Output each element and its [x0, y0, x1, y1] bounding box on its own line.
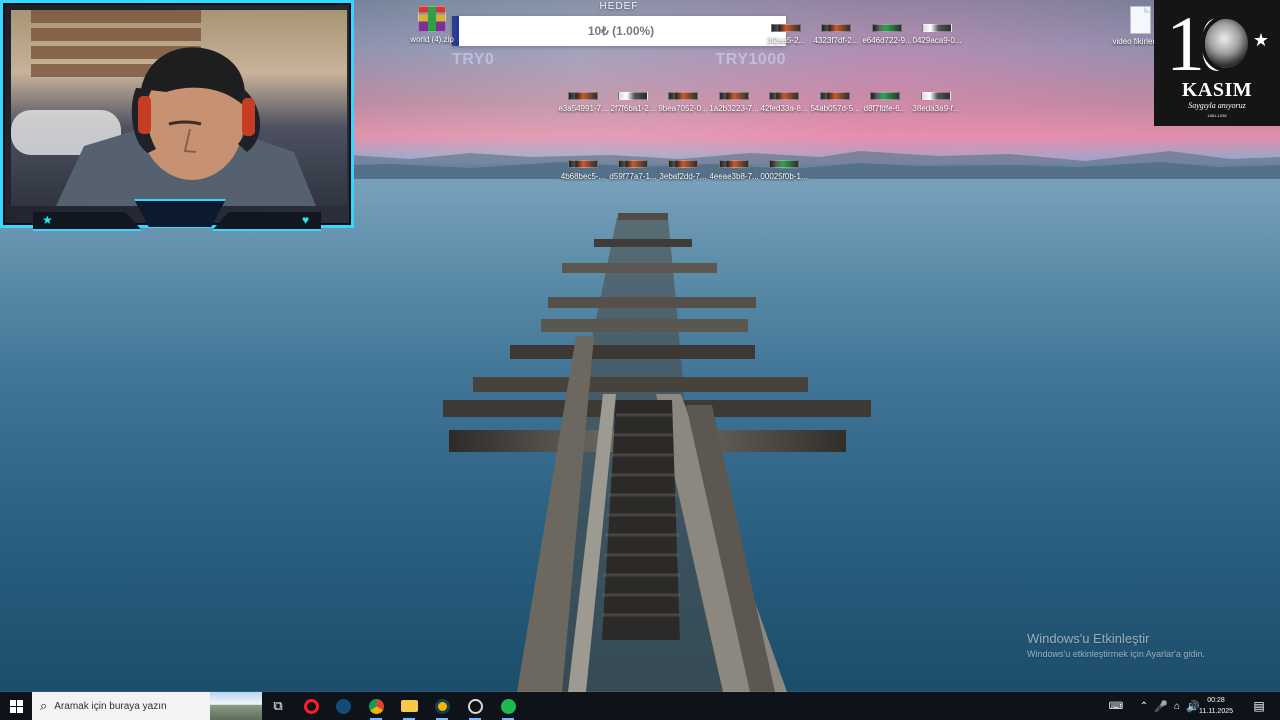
image-file-icon — [719, 160, 749, 168]
goal-max-label: TRY1000 — [715, 51, 786, 68]
network-icon: ⌂ — [1173, 700, 1181, 712]
zip-file-icon — [418, 6, 446, 32]
opera-taskbar-button[interactable] — [297, 692, 325, 720]
windows-activation-watermark: Windows'u Etkinleştir Windows'u etkinleş… — [1027, 631, 1205, 659]
activation-message: Windows'u etkinleştirmek için Ayarlar'a … — [1027, 649, 1205, 659]
windows-logo-icon — [9, 699, 23, 713]
desktop-icon-label: world (4).zip — [410, 35, 454, 44]
star-icon: ★ — [1252, 30, 1269, 50]
keyboard-icon: ⌨ — [1108, 700, 1124, 712]
image-file-icon — [769, 92, 799, 100]
image-file-icon — [568, 92, 598, 100]
spotify-taskbar-button[interactable] — [494, 692, 522, 720]
commemoration-years: 1881-1938 — [1207, 113, 1227, 118]
notification-button[interactable]: ▤ — [1249, 692, 1269, 720]
image-file-icon — [771, 24, 801, 32]
star-icon: ★ — [42, 213, 53, 227]
webcam-video — [11, 10, 347, 206]
clock-date: 11.11.2025 — [1199, 708, 1233, 715]
image-file-icon — [618, 160, 648, 168]
spotify-icon — [500, 698, 516, 714]
taskbar-search-input[interactable]: ⌕ Aramak için buraya yazın — [32, 692, 262, 720]
image-file-icon — [872, 24, 902, 32]
donation-goal-widget: HEDEF 10₺ (1.00%) TRY0 TRY1000 — [452, 0, 786, 70]
desktop-icon-label: 00025f0b-1... — [760, 172, 808, 181]
desktop-icon-image[interactable]: 0429aca9-0... — [906, 24, 968, 46]
search-icon: ⌕ — [40, 698, 48, 713]
image-file-icon — [820, 92, 850, 100]
start-button[interactable] — [0, 692, 32, 720]
search-highlight-image — [210, 692, 262, 720]
desktop: ★ ♥ HEDEF 10₺ (1.00%) TRY0 TRY1000 world… — [0, 0, 1280, 720]
text-file-icon — [1129, 6, 1151, 34]
image-file-icon — [568, 160, 598, 168]
image-file-icon — [668, 160, 698, 168]
desktop-icon-image[interactable]: 00025f0b-1... — [753, 160, 815, 182]
network-button[interactable]: ⌂ — [1170, 692, 1184, 720]
person-in-webcam — [56, 47, 316, 206]
goal-value: 10₺ (1.00%) — [587, 24, 655, 38]
chevron-up-icon: ⌃ — [1139, 700, 1149, 712]
steam-taskbar-button[interactable] — [329, 692, 357, 720]
desktop-icon-world-zip[interactable]: world (4).zip — [401, 6, 463, 45]
taskbar: ⌕ Aramak için buraya yazın ⧉ ⌨ ⌃ 🎤 ⌂ 🔊 0… — [0, 692, 1280, 720]
commemoration-subtitle: Saygıyla anıyoruz — [1188, 101, 1246, 110]
steam-icon — [335, 698, 351, 714]
goal-progress-bar: 10₺ (1.00%) — [452, 16, 786, 46]
file-explorer-icon — [400, 700, 418, 712]
chrome-taskbar-button[interactable] — [362, 692, 390, 720]
recording-app-icon — [467, 698, 483, 714]
commemoration-overlay: 10 ★ KASIM Saygıyla anıyoruz 1881-1938 — [1154, 0, 1280, 126]
clock[interactable]: 00:28 11.11.2025 — [1197, 695, 1235, 717]
task-view-icon: ⧉ — [273, 698, 283, 713]
notification-icon: ▤ — [1253, 699, 1265, 713]
game-launcher-icon — [434, 698, 450, 714]
opera-icon — [303, 698, 319, 714]
show-hidden-icons-button[interactable]: ⌃ — [1138, 692, 1150, 720]
image-file-icon — [870, 92, 900, 100]
chrome-icon — [368, 698, 384, 714]
heart-icon: ♥ — [302, 213, 310, 227]
game-launcher-taskbar-button[interactable] — [428, 692, 456, 720]
desktop-icon-image[interactable]: 38eda3a9-f... — [905, 92, 967, 114]
clock-time: 00:28 — [1207, 697, 1225, 704]
image-file-icon — [769, 160, 799, 168]
image-file-icon — [821, 24, 851, 32]
desktop-icon-label: 38eda3a9-f... — [912, 104, 960, 113]
commemoration-title: KASIM — [1181, 79, 1253, 101]
goal-title: HEDEF — [599, 1, 639, 12]
activation-title: Windows'u Etkinleştir — [1027, 631, 1150, 646]
goal-min-label: TRY0 — [452, 51, 495, 68]
desktop-icon-label: 0429aca9-0... — [912, 36, 962, 45]
window-blind — [31, 10, 201, 23]
keyboard-button[interactable]: ⌨ — [1106, 692, 1126, 720]
file-explorer-taskbar-button[interactable] — [395, 692, 423, 720]
microphone-icon: 🎤 — [1154, 700, 1168, 713]
portrait-icon — [1205, 19, 1248, 68]
image-file-icon — [618, 92, 648, 100]
image-file-icon — [719, 92, 749, 100]
wallpaper-pier — [443, 213, 871, 692]
microphone-button[interactable]: 🎤 — [1154, 692, 1168, 720]
recording-app-taskbar-button[interactable] — [461, 692, 489, 720]
image-file-icon — [922, 24, 952, 32]
task-view-button[interactable]: ⧉ — [264, 692, 292, 720]
webcam-frame-badge — [134, 199, 226, 227]
webcam-overlay: ★ ♥ — [0, 0, 354, 231]
search-placeholder: Aramak için buraya yazın — [54, 700, 167, 712]
image-file-icon — [921, 92, 951, 100]
image-file-icon — [668, 92, 698, 100]
